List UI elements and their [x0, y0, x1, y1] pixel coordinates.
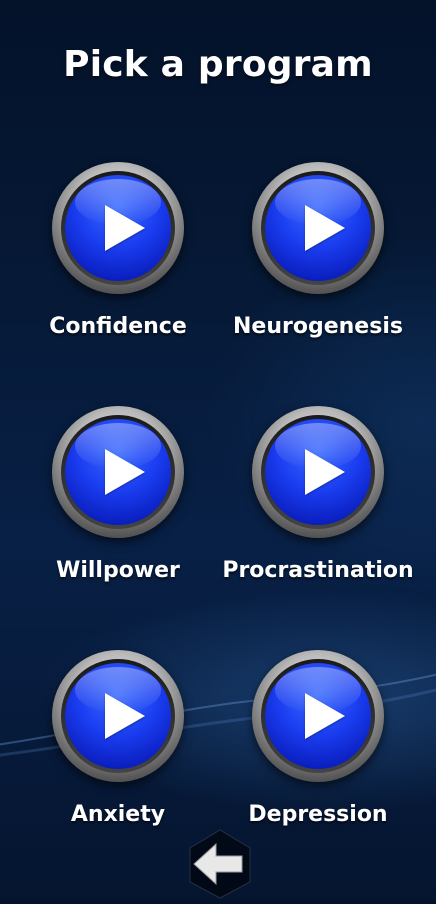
play-button[interactable] — [52, 162, 184, 294]
play-button[interactable] — [252, 650, 384, 782]
play-button-core — [265, 663, 371, 769]
program-label[interactable]: Procrastination — [218, 558, 418, 583]
play-icon — [305, 693, 345, 739]
program-label[interactable]: Neurogenesis — [218, 314, 418, 339]
play-icon — [305, 205, 345, 251]
program-procrastination[interactable]: Procrastination — [218, 406, 418, 606]
play-icon — [105, 205, 145, 251]
play-button-core — [65, 663, 171, 769]
play-button[interactable] — [252, 406, 384, 538]
play-button[interactable] — [52, 650, 184, 782]
play-button-core — [65, 175, 171, 281]
program-label[interactable]: Depression — [218, 802, 418, 827]
program-depression[interactable]: Depression — [218, 650, 418, 850]
play-button-core — [265, 419, 371, 525]
play-button-core — [265, 175, 371, 281]
play-icon — [305, 449, 345, 495]
program-label[interactable]: Confidence — [18, 314, 218, 339]
page-title: Pick a program — [63, 44, 373, 85]
play-icon — [105, 693, 145, 739]
play-button[interactable] — [52, 406, 184, 538]
back-arrow-icon — [189, 829, 251, 899]
play-icon — [105, 449, 145, 495]
program-label[interactable]: Willpower — [18, 558, 218, 583]
program-neurogenesis[interactable]: Neurogenesis — [218, 162, 418, 362]
play-button[interactable] — [252, 162, 384, 294]
back-button[interactable] — [184, 826, 256, 900]
program-confidence[interactable]: Confidence — [18, 162, 218, 362]
program-label[interactable]: Anxiety — [18, 802, 218, 827]
play-button-core — [65, 419, 171, 525]
program-anxiety[interactable]: Anxiety — [18, 650, 218, 850]
program-willpower[interactable]: Willpower — [18, 406, 218, 606]
